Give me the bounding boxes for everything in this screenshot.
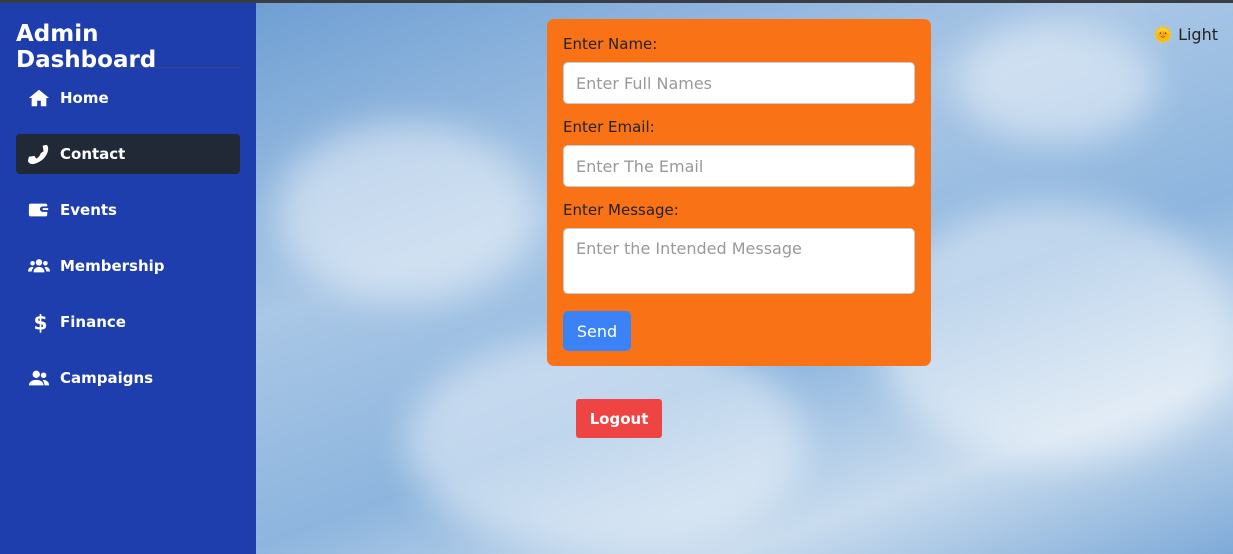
sidebar-item-membership[interactable]: Membership	[16, 246, 240, 286]
sidebar-item-label: Events	[60, 201, 117, 219]
sun-icon: 🌞	[1153, 25, 1174, 44]
sidebar-item-campaigns[interactable]: Campaigns	[16, 358, 240, 398]
sidebar-title: Admin Dashboard	[16, 21, 157, 73]
cloud	[406, 333, 806, 553]
message-label: Enter Message:	[563, 201, 679, 219]
name-input[interactable]: Enter Full Names	[563, 62, 915, 104]
email-input[interactable]: Enter The Email	[563, 145, 915, 187]
home-icon	[28, 89, 50, 107]
sidebar-item-events[interactable]: Events	[16, 190, 240, 230]
logout-button[interactable]: Logout	[576, 399, 662, 438]
svg-text:$: $	[34, 311, 48, 333]
dollar-icon: $	[34, 311, 48, 333]
theme-label: Light	[1178, 25, 1218, 44]
send-button[interactable]: Send	[563, 311, 631, 351]
user-group-icon	[28, 370, 50, 386]
name-label: Enter Name:	[563, 35, 658, 53]
wallet-icon	[28, 203, 49, 217]
cloud	[276, 123, 536, 303]
users-icon	[28, 259, 50, 273]
sidebar-item-label: Finance	[60, 313, 126, 331]
sidebar-item-label: Membership	[60, 257, 165, 275]
cloud	[956, 23, 1156, 143]
sidebar-item-finance[interactable]: $ Finance	[16, 302, 240, 342]
sidebar-item-label: Home	[60, 89, 109, 107]
message-textarea[interactable]: Enter the Intended Message	[563, 228, 915, 294]
sidebar: Admin Dashboard Home Contact Events Memb…	[0, 3, 256, 554]
sidebar-item-label: Contact	[60, 145, 126, 163]
phone-icon	[28, 144, 49, 165]
main-content: 🌞 Light Enter Name: Enter Full Names Ente…	[256, 3, 1233, 554]
theme-toggle[interactable]: 🌞 Light	[1153, 25, 1218, 44]
sidebar-item-home[interactable]: Home	[16, 78, 240, 118]
contact-form: Enter Name: Enter Full Names Enter Email…	[547, 19, 931, 366]
email-label: Enter Email:	[563, 118, 655, 136]
sidebar-item-contact[interactable]: Contact	[16, 134, 240, 174]
sidebar-item-label: Campaigns	[60, 369, 154, 387]
